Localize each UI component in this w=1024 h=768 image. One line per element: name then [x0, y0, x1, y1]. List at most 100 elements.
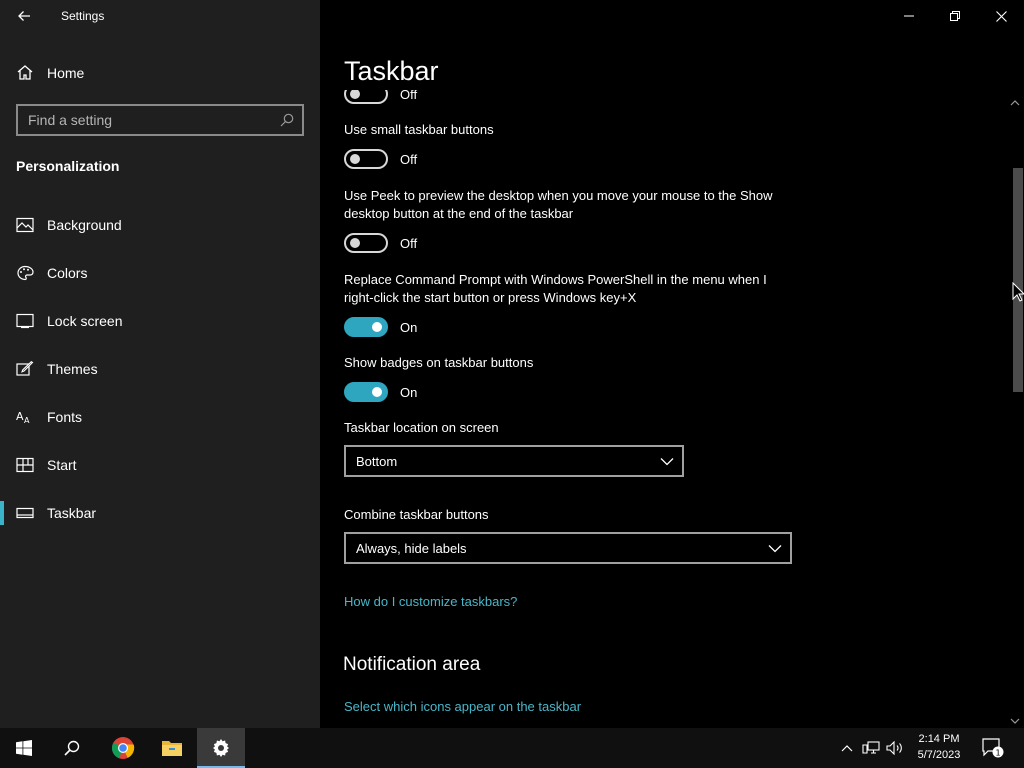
search-input[interactable] — [18, 106, 274, 134]
action-center-button[interactable]: 1 — [980, 728, 1006, 768]
back-button[interactable] — [10, 4, 38, 28]
scroll-up-button[interactable] — [1006, 96, 1024, 110]
chevron-down-icon — [660, 458, 674, 466]
chevron-up-icon — [841, 745, 853, 752]
windows-taskbar: 2:14 PM 5/7/2023 1 — [0, 728, 1024, 768]
start-button[interactable] — [0, 728, 48, 768]
home-nav-item[interactable]: Home — [0, 56, 320, 90]
toggle-knob — [350, 90, 360, 99]
toggle-peek[interactable] — [344, 233, 388, 253]
location-label: Taskbar location on screen — [344, 420, 499, 435]
back-arrow-icon — [18, 11, 30, 21]
sidebar-item-label: Themes — [47, 361, 98, 377]
settings-content: Taskbar Off Use small taskbar buttons Of… — [320, 0, 1024, 728]
taskbar-search-button[interactable] — [48, 728, 96, 768]
toggle-knob — [372, 322, 382, 332]
toggle-powershell[interactable] — [344, 317, 388, 337]
dropdown-value: Always, hide labels — [356, 541, 467, 556]
window-controls — [886, 0, 1024, 32]
chevron-down-icon — [1010, 718, 1020, 724]
toggle-switch-partial[interactable] — [344, 90, 388, 104]
notification-area-heading: Notification area — [343, 654, 481, 675]
scroll-down-button[interactable] — [1006, 714, 1024, 728]
setting-label-small-buttons: Use small taskbar buttons — [344, 122, 494, 137]
combine-label: Combine taskbar buttons — [344, 507, 489, 522]
clock-time: 2:14 PM — [918, 733, 960, 745]
mouse-cursor-icon — [1012, 282, 1024, 302]
search-box[interactable] — [16, 104, 304, 136]
close-button[interactable] — [978, 0, 1024, 32]
sidebar-item-label: Background — [47, 217, 122, 233]
folder-icon — [162, 741, 182, 756]
minimize-button[interactable] — [886, 0, 932, 32]
gear-icon — [213, 739, 229, 757]
toggle-state: Off — [400, 152, 418, 167]
toggle-knob — [350, 238, 360, 248]
setting-label-powershell: Replace Command Prompt with Windows Powe… — [344, 272, 767, 305]
search-icon — [64, 740, 80, 756]
sidebar-item-label: Start — [47, 457, 77, 473]
dropdown-value: Bottom — [356, 454, 398, 469]
titlebar-left: Settings — [0, 0, 320, 32]
sidebar-item-themes[interactable]: Themes — [0, 349, 320, 389]
chrome-icon — [111, 737, 135, 759]
taskbar-file-explorer[interactable] — [148, 728, 196, 768]
toggle-state-partial: Off — [400, 90, 418, 102]
select-icons-link[interactable]: Select which icons appear on the taskbar — [344, 699, 581, 714]
toggle-knob — [350, 154, 360, 164]
svg-text:A: A — [24, 416, 30, 425]
taskbar-settings[interactable] — [197, 728, 245, 768]
settings-sidebar: Settings Home Personalization Background… — [0, 0, 320, 728]
clock-date: 5/7/2023 — [917, 749, 961, 761]
page-title: Taskbar — [344, 56, 439, 86]
lock-screen-icon — [16, 313, 34, 329]
sidebar-item-label: Fonts — [47, 409, 83, 425]
toggle-state: On — [400, 320, 418, 335]
scrollbar-thumb[interactable] — [1013, 168, 1023, 392]
toggle-state: Off — [400, 236, 418, 251]
svg-text:A: A — [16, 410, 24, 423]
search-icon[interactable] — [280, 113, 294, 127]
restore-icon — [950, 11, 960, 21]
sidebar-item-lock-screen[interactable]: Lock screen — [0, 301, 320, 341]
volume-icon — [886, 741, 902, 755]
palette-icon — [17, 265, 34, 281]
show-hidden-icons-button[interactable] — [838, 728, 856, 768]
picture-icon — [16, 217, 34, 233]
sidebar-item-label: Lock screen — [47, 313, 123, 329]
notification-count: 1 — [995, 748, 1000, 757]
restore-button[interactable] — [932, 0, 978, 32]
notification-icon: 1 — [982, 738, 1004, 758]
setting-label-badges: Show badges on taskbar buttons — [344, 355, 534, 370]
start-layout-icon — [16, 457, 34, 473]
sidebar-item-label: Taskbar — [47, 505, 97, 521]
volume-tray-icon-button[interactable] — [884, 728, 906, 768]
sidebar-item-label: Colors — [47, 265, 88, 281]
taskbar-clock[interactable]: 2:14 PM 5/7/2023 — [906, 731, 972, 763]
customize-taskbars-link[interactable]: How do I customize taskbars? — [344, 594, 517, 609]
taskbar-chrome[interactable] — [99, 728, 147, 768]
home-label: Home — [47, 65, 85, 81]
font-icon: AA — [16, 410, 30, 425]
combine-buttons-dropdown[interactable]: Always, hide labels — [344, 532, 792, 564]
toggle-knob — [372, 387, 382, 397]
taskbar-icon — [16, 507, 34, 519]
chevron-up-icon — [1010, 100, 1020, 106]
sidebar-item-taskbar[interactable]: Taskbar — [0, 493, 320, 533]
home-icon — [17, 65, 33, 80]
windows-logo-icon — [16, 740, 32, 756]
sidebar-item-start[interactable]: Start — [0, 445, 320, 485]
toggle-badges[interactable] — [344, 382, 388, 402]
toggle-small-taskbar-buttons[interactable] — [344, 149, 388, 169]
app-title: Settings — [61, 9, 105, 23]
network-tray-icon-button[interactable] — [860, 728, 882, 768]
brush-icon — [16, 361, 34, 376]
sidebar-item-colors[interactable]: Colors — [0, 253, 320, 293]
section-title: Personalization — [16, 158, 120, 174]
sidebar-item-background[interactable]: Background — [0, 205, 320, 245]
vertical-scrollbar[interactable] — [1006, 96, 1024, 728]
taskbar-location-dropdown[interactable]: Bottom — [344, 445, 684, 477]
sidebar-item-fonts[interactable]: AA Fonts — [0, 397, 320, 437]
setting-label-peek: Use Peek to preview the desktop when you… — [344, 188, 773, 221]
settings-scroll-area: Off Use small taskbar buttons Off Use Pe… — [320, 90, 1006, 728]
